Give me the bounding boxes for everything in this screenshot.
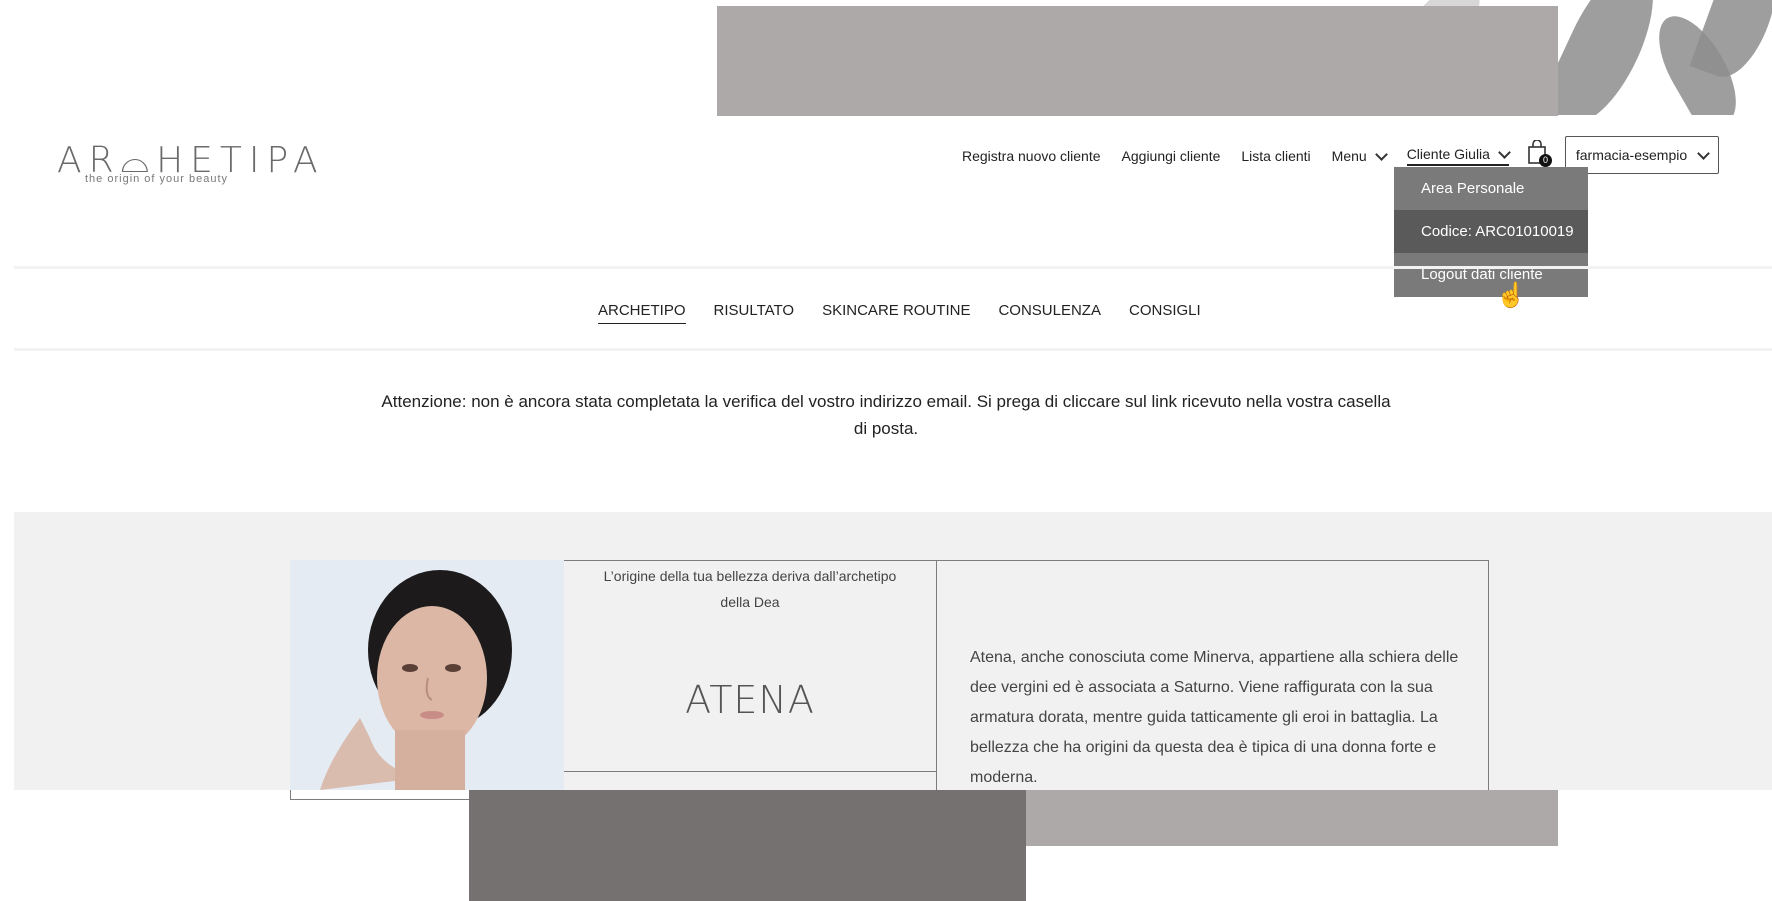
store-select[interactable]: farmacia-esempio (1565, 136, 1719, 174)
chevron-down-icon (1697, 146, 1710, 160)
tab-skincare-routine[interactable]: SKINCARE ROUTINE (822, 302, 970, 324)
menu-dropdown[interactable]: Menu (1331, 147, 1388, 164)
cart-count-badge: 0 (1539, 154, 1552, 167)
add-client-link[interactable]: Aggiungi cliente (1122, 148, 1221, 164)
tab-archetipo[interactable]: ARCHETIPO (598, 302, 686, 324)
archetype-origin-text: L’origine della tua bellezza deriva dall… (603, 568, 897, 610)
menu-item-area-personale[interactable]: Area Personale (1394, 167, 1588, 210)
archetype-description: Atena, anche conosciuta come Minerva, ap… (970, 649, 1459, 786)
client-label: Cliente Giulia (1406, 146, 1490, 162)
menu-label: Menu (1331, 148, 1367, 164)
top-nav: Registra nuovo cliente Aggiungi cliente … (962, 144, 1511, 168)
row-divider (564, 771, 936, 772)
logo-tagline: the origin of your beauty (85, 173, 229, 185)
bottom-overlay-block (1026, 790, 1558, 846)
section-nav: ARCHETIPO RISULTATO SKINCARE ROUTINE CON… (14, 266, 1772, 351)
archetype-name: ATENA (685, 678, 815, 722)
logo[interactable]: AR⌓HETIPA the origin of your beauty (57, 140, 318, 190)
portrait-image (290, 560, 564, 790)
column-divider (936, 560, 937, 790)
cart-button[interactable]: 0 (1527, 139, 1552, 167)
tab-consigli[interactable]: CONSIGLI (1129, 302, 1201, 324)
bottom-overlay-block (469, 790, 1026, 901)
chevron-down-icon (1498, 145, 1511, 159)
client-list-link[interactable]: Lista clienti (1241, 148, 1310, 164)
tab-consulenza[interactable]: CONSULENZA (998, 302, 1101, 324)
email-verification-notice: Attenzione: non è ancora stata completat… (381, 392, 1391, 438)
client-dropdown[interactable]: Cliente Giulia (1406, 145, 1511, 166)
menu-item-client-code[interactable]: Codice: ARC01010019 (1394, 210, 1588, 253)
top-overlay-block (717, 6, 1558, 116)
register-client-link[interactable]: Registra nuovo cliente (962, 148, 1101, 164)
chevron-down-icon (1374, 147, 1388, 161)
store-label: farmacia-esempio (1575, 147, 1688, 163)
tab-risultato[interactable]: RISULTATO (714, 302, 795, 324)
